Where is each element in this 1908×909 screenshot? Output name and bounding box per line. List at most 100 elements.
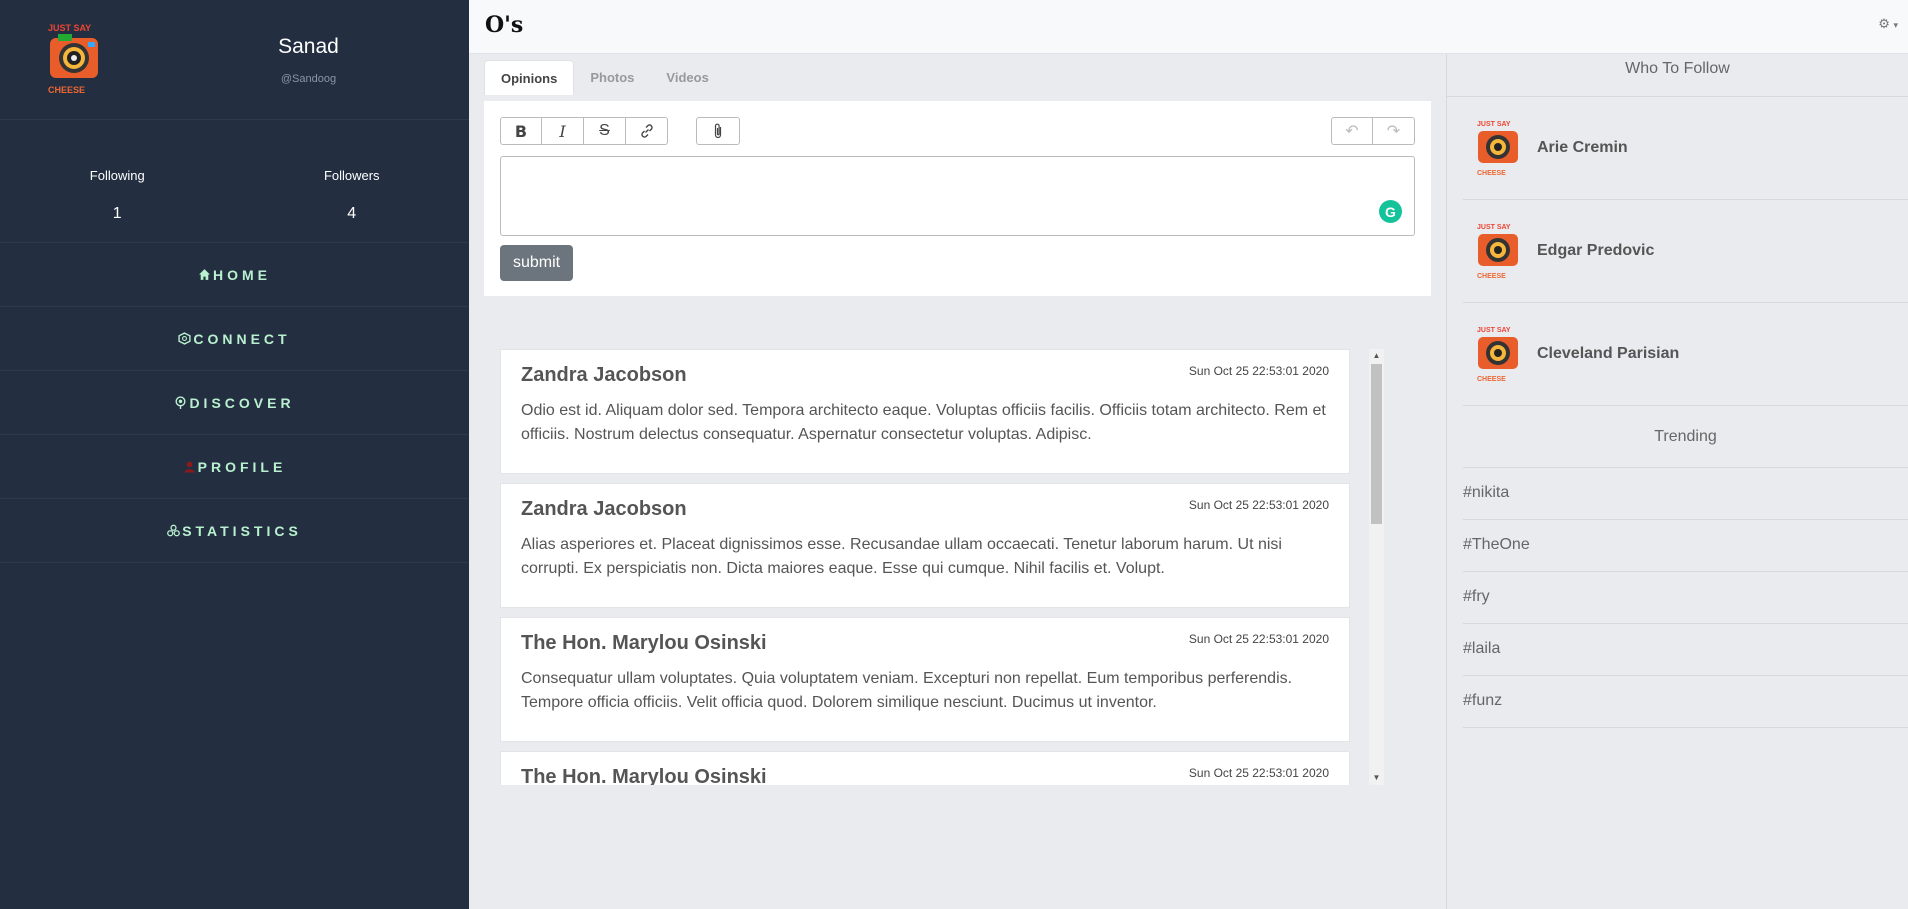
format-toolbar: B I S — [500, 117, 668, 145]
paperclip-icon — [714, 123, 722, 139]
stat-label: Followers — [323, 168, 380, 183]
top-bar: O's ⚙ ▾ — [469, 0, 1908, 54]
nav-label: DISCOVER — [189, 394, 295, 411]
logo-text-top: JUST SAY — [48, 23, 91, 33]
svg-text:CHEESE: CHEESE — [1477, 170, 1506, 177]
follow-suggestion[interactable]: JUST SAY CHEESE Cleveland Parisian — [1463, 303, 1908, 406]
svg-text:JUST SAY: JUST SAY — [1477, 327, 1511, 334]
nav-label: STATISTICS — [182, 522, 302, 539]
scroll-thumb[interactable] — [1371, 364, 1382, 524]
follow-stats: Following 1 Followers 4 — [0, 120, 469, 243]
profile-header: JUST SAY CHEESE Sanad @Sandoog — [0, 0, 469, 120]
profile-handle: @Sandoog — [280, 72, 337, 85]
redo-button[interactable]: ↷ — [1373, 117, 1415, 145]
follow-suggestion[interactable]: JUST SAY CHEESE Edgar Predovic — [1463, 200, 1908, 303]
scroll-up-icon[interactable]: ▲ — [1369, 349, 1384, 363]
brand-title[interactable]: O's — [485, 12, 523, 38]
nav-item-statistics[interactable]: STATISTICS — [0, 499, 469, 563]
strikethrough-button[interactable]: S — [584, 117, 626, 145]
sidebar: JUST SAY CHEESE Sanad @Sandoog Following… — [0, 0, 469, 909]
caret-down-icon: ▾ — [1893, 20, 1898, 30]
svg-text:JUST SAY: JUST SAY — [1477, 224, 1511, 231]
strikethrough-icon: S — [599, 122, 610, 139]
tab-videos[interactable]: Videos — [650, 60, 724, 95]
post-card: Zandra Jacobson Sun Oct 25 22:53:01 2020… — [500, 349, 1350, 474]
italic-icon: I — [559, 121, 566, 141]
home-icon — [199, 269, 210, 280]
trending-tag[interactable]: #nikita — [1463, 468, 1908, 520]
nav-label: CONNECT — [193, 330, 291, 347]
scroll-down-icon[interactable]: ▼ — [1369, 771, 1384, 785]
follow-name[interactable]: Edgar Predovic — [1537, 242, 1654, 260]
history-toolbar: ↶ ↷ — [1331, 117, 1415, 145]
opinion-editor[interactable]: G — [500, 156, 1415, 236]
avatar: JUST SAY CHEESE — [1477, 121, 1518, 177]
bold-icon: B — [514, 121, 528, 141]
logo-text-bottom: CHEESE — [48, 85, 85, 95]
nav-label: HOME — [213, 266, 271, 283]
post-date: Sun Oct 25 22:53:01 2020 — [1188, 632, 1329, 646]
bold-button[interactable]: B — [500, 117, 542, 145]
opinion-composer: B I S ↶ ↷ G submit — [484, 101, 1431, 296]
stat-value: 1 — [112, 205, 122, 222]
post-body: Alias asperiores et. Placeat dignissimos… — [521, 536, 1282, 577]
post-date: Sun Oct 25 22:53:01 2020 — [1188, 498, 1329, 512]
avatar: JUST SAY CHEESE — [1477, 327, 1518, 383]
trending-title: Trending — [1463, 406, 1908, 468]
following-stat[interactable]: Following 1 — [0, 168, 235, 242]
post-body: Consequatur ullam voluptates. Quia volup… — [521, 670, 1293, 711]
attach-button[interactable] — [696, 117, 740, 145]
statistics-icon — [167, 524, 181, 537]
content-tabs: Opinions Photos Videos — [484, 60, 725, 95]
link-button[interactable] — [626, 117, 668, 145]
stat-value: 4 — [347, 205, 357, 222]
post-card: Zandra Jacobson Sun Oct 25 22:53:01 2020… — [500, 483, 1350, 608]
nav-label: PROFILE — [197, 458, 287, 475]
who-to-follow-title: Who To Follow — [1447, 54, 1908, 97]
profile-meta: Sanad @Sandoog — [148, 35, 469, 85]
nav-item-profile[interactable]: PROFILE — [0, 435, 469, 499]
follow-name[interactable]: Cleveland Parisian — [1537, 345, 1679, 363]
post-body: Odio est id. Aliquam dolor sed. Tempora … — [521, 402, 1326, 443]
trending-tag[interactable]: #funz — [1463, 676, 1908, 728]
grammarly-icon[interactable]: G — [1379, 200, 1402, 223]
opinion-feed[interactable]: Zandra Jacobson Sun Oct 25 22:53:01 2020… — [500, 349, 1400, 785]
tab-opinions[interactable]: Opinions — [484, 60, 575, 95]
undo-button[interactable]: ↶ — [1331, 117, 1373, 145]
feed-scrollbar[interactable]: ▲ ▼ — [1369, 349, 1384, 785]
stat-label: Following — [89, 168, 145, 183]
svg-text:JUST SAY: JUST SAY — [1477, 121, 1511, 128]
nav-item-connect[interactable]: CONNECT — [0, 307, 469, 371]
post-date: Sun Oct 25 22:53:01 2020 — [1188, 364, 1329, 378]
nav-item-discover[interactable]: DISCOVER — [0, 371, 469, 435]
redo-icon: ↷ — [1386, 123, 1401, 140]
post-card: The Hon. Marylou Osinski Sun Oct 25 22:5… — [500, 751, 1350, 785]
tab-photos[interactable]: Photos — [574, 60, 650, 95]
link-icon — [640, 124, 653, 138]
trending-tag[interactable]: #TheOne — [1463, 520, 1908, 572]
post-card: The Hon. Marylou Osinski Sun Oct 25 22:5… — [500, 617, 1350, 742]
undo-icon: ↶ — [1345, 123, 1359, 140]
app-logo[interactable]: JUST SAY CHEESE — [0, 0, 148, 120]
avatar: JUST SAY CHEESE — [1477, 224, 1518, 280]
trending-tag[interactable]: #laila — [1463, 624, 1908, 676]
svg-text:CHEESE: CHEESE — [1477, 273, 1506, 280]
discover-icon — [175, 396, 186, 409]
follow-suggestion[interactable]: JUST SAY CHEESE Arie Cremin — [1463, 97, 1908, 200]
italic-button[interactable]: I — [542, 117, 584, 145]
right-sidebar: Who To Follow JUST SAY CHEESE Arie Cremi… — [1446, 54, 1908, 909]
svg-text:CHEESE: CHEESE — [1477, 376, 1506, 383]
submit-button[interactable]: submit — [500, 245, 573, 281]
post-date: Sun Oct 25 22:53:01 2020 — [1188, 766, 1329, 780]
gear-icon: ⚙ — [1878, 16, 1890, 31]
connect-icon — [178, 332, 191, 345]
follow-name[interactable]: Arie Cremin — [1537, 139, 1628, 157]
nav-item-home[interactable]: HOME — [0, 243, 469, 307]
followers-stat[interactable]: Followers 4 — [235, 168, 470, 242]
profile-icon — [184, 461, 195, 473]
settings-menu[interactable]: ⚙ ▾ — [1878, 16, 1898, 32]
trending-tag[interactable]: #fry — [1463, 572, 1908, 624]
profile-name[interactable]: Sanad — [148, 35, 469, 59]
main-nav: HOME CONNECT DISCOVER PROFILE STATISTICS — [0, 243, 469, 563]
main-content: Opinions Photos Videos B I S ↶ ↷ G submi… — [469, 54, 1446, 909]
